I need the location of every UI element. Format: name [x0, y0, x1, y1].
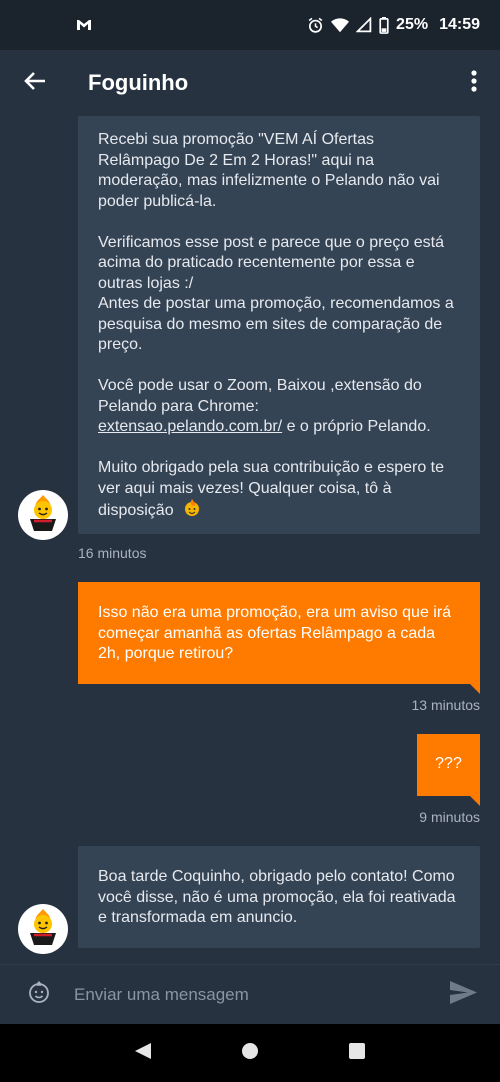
message-paragraph: Você pode usar o Zoom, Baixou ,extensão … — [98, 377, 422, 415]
nav-recents-icon — [348, 1042, 366, 1065]
more-options-button[interactable] — [462, 68, 486, 98]
chat-header: Foguinho — [0, 50, 500, 116]
avatar — [18, 490, 68, 540]
alarm-icon — [307, 17, 324, 34]
battery-percent: 25% — [396, 16, 429, 33]
more-vert-icon — [471, 69, 477, 97]
message-time: 13 minutos — [411, 697, 480, 713]
message-paragraph: Muito obrigado pela sua contribuição e e… — [98, 458, 460, 524]
message-paragraph-link-line: extensao.pelando.com.br/ e o próprio Pel… — [98, 417, 460, 438]
avatar — [18, 904, 68, 954]
back-arrow-icon — [24, 71, 46, 96]
fire-mascot-icon — [23, 493, 63, 538]
message-time: 9 minutos — [419, 809, 480, 825]
fire-mascot-icon — [23, 907, 63, 952]
message-text: Isso não era uma promoção, era um aviso … — [98, 604, 452, 662]
message-text: ??? — [435, 755, 462, 772]
incoming-message: Recebi sua promoção "VEM AÍ Ofertas Relâ… — [78, 116, 480, 534]
bubble-tail — [470, 796, 480, 806]
nav-recents-button[interactable] — [337, 1033, 377, 1073]
outgoing-message: Isso não era uma promoção, era um aviso … — [78, 582, 480, 684]
incoming-message: Boa tarde Coquinho, obrigado pelo contat… — [78, 846, 480, 948]
fire-emoji-icon — [183, 499, 201, 524]
gmail-icon — [76, 19, 92, 31]
message-paragraph: Antes de postar uma promoção, recomendam… — [98, 295, 454, 353]
nav-back-icon — [134, 1042, 152, 1065]
nav-back-button[interactable] — [123, 1033, 163, 1073]
nav-home-icon — [241, 1042, 259, 1065]
message-paragraph: Recebi sua promoção "VEM AÍ Ofertas Relâ… — [98, 131, 440, 210]
system-nav-bar — [0, 1024, 500, 1082]
send-icon — [449, 981, 477, 1009]
bubble-tail — [470, 684, 480, 694]
message-input[interactable] — [74, 974, 424, 1015]
message-text: Boa tarde Coquinho, obrigado pelo contat… — [98, 868, 456, 926]
extension-link[interactable]: extensao.pelando.com.br/ — [98, 418, 282, 435]
status-time: 14:59 — [439, 16, 480, 33]
emoji-button[interactable] — [24, 980, 54, 1010]
signal-icon — [356, 17, 372, 33]
chat-title: Foguinho — [88, 70, 189, 95]
message-paragraph-text: Muito obrigado pela sua contribuição e e… — [98, 459, 444, 519]
battery-icon — [379, 16, 389, 34]
back-button[interactable] — [2, 50, 68, 116]
message-time: 16 minutos — [78, 545, 147, 561]
wifi-icon — [331, 17, 350, 33]
status-bar: 25% 14:59 — [0, 0, 500, 50]
message-paragraph: Verificamos esse post e parece que o pre… — [98, 233, 444, 292]
outgoing-message: ??? — [417, 734, 480, 796]
emoji-icon — [27, 980, 51, 1009]
link-suffix: e o próprio Pelando. — [282, 418, 431, 435]
nav-home-button[interactable] — [230, 1033, 270, 1073]
app-root: 25% 14:59 Foguinho Recebi sua promoção "… — [0, 0, 500, 1082]
message-list[interactable]: Recebi sua promoção "VEM AÍ Ofertas Relâ… — [0, 116, 500, 964]
send-button[interactable] — [448, 981, 478, 1009]
message-composer — [0, 964, 500, 1024]
